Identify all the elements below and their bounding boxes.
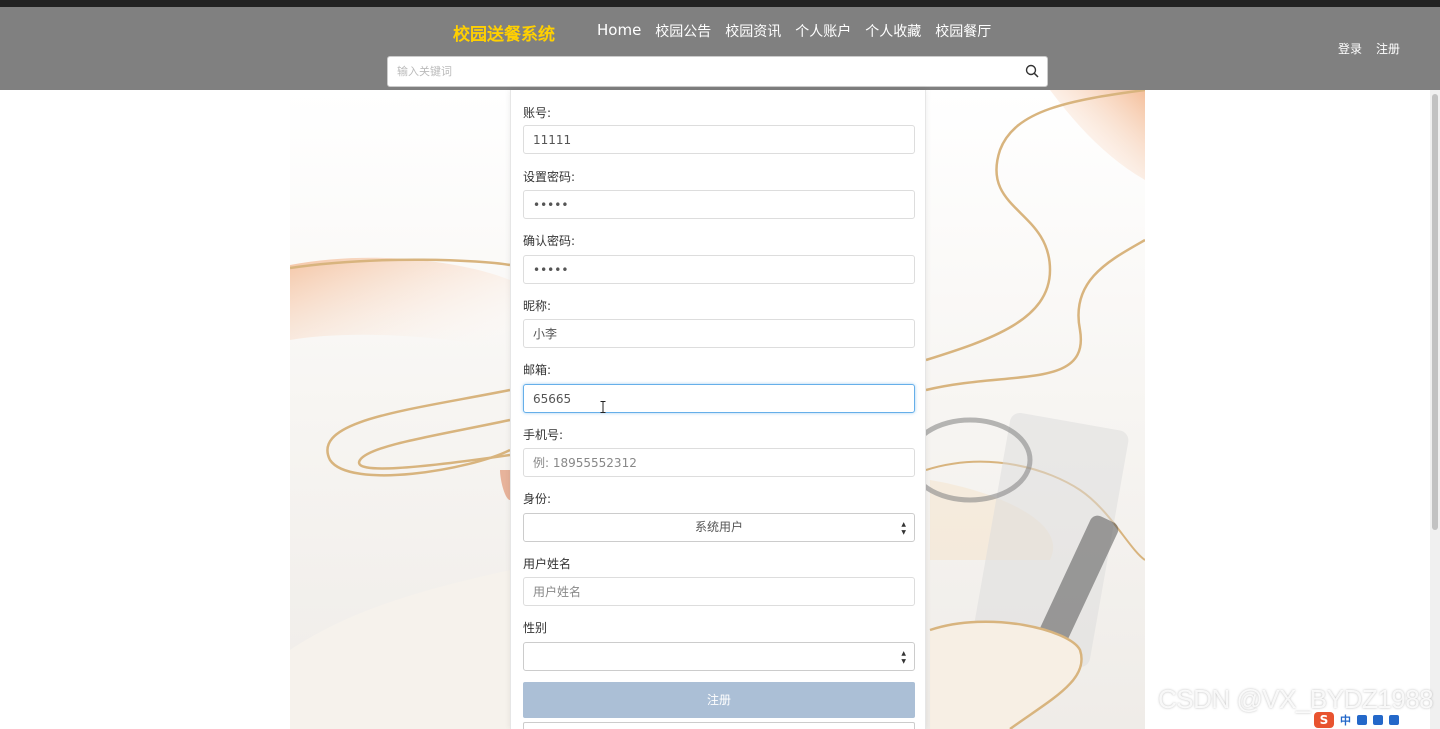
search-bar [387, 56, 1048, 87]
brand-title[interactable]: 校园送餐系统 [453, 20, 555, 45]
role-label: 身份: [523, 492, 552, 506]
confirm-password-input[interactable] [523, 255, 915, 284]
register-link[interactable]: 注册 [1376, 40, 1400, 57]
scrollbar-thumb[interactable] [1432, 94, 1438, 530]
register-submit-button[interactable]: 注册 [523, 682, 915, 718]
gender-label: 性别 [523, 621, 548, 635]
register-form: 账号: 设置密码: 确认密码: 昵称: 邮箱: 手机号: 身份: 系统用户 ▲▼… [510, 90, 926, 729]
nav-restaurants[interactable]: 校园餐厅 [935, 21, 991, 41]
account-input[interactable] [523, 125, 915, 154]
page-scrollbar[interactable] [1430, 90, 1440, 729]
login-link[interactable]: 登录 [1338, 40, 1362, 57]
ime-keyboard-icon[interactable] [1357, 715, 1367, 725]
nav-links: Home 校园公告 校园资讯 个人账户 个人收藏 校园餐厅 [597, 21, 1005, 41]
ime-menu-icon[interactable] [1389, 715, 1399, 725]
password-input[interactable] [523, 190, 915, 219]
nav-account[interactable]: 个人账户 [795, 21, 851, 41]
select-caret-icon: ▲ ▼ [901, 521, 906, 536]
sogou-ime-icon[interactable]: S [1314, 712, 1334, 728]
realname-label: 用户姓名 [523, 557, 572, 571]
select-caret-icon: ▲ ▼ [901, 650, 906, 665]
role-select-value: 系统用户 [694, 520, 743, 534]
confirm-password-label: 确认密码: [523, 234, 576, 248]
gender-select[interactable]: ▲ ▼ [523, 642, 915, 671]
nav-home[interactable]: Home [597, 21, 641, 41]
nickname-input[interactable] [523, 319, 915, 348]
search-input[interactable] [388, 57, 1008, 86]
nav-news[interactable]: 校园资讯 [725, 21, 781, 41]
phone-label: 手机号: [523, 428, 564, 442]
nav-favorites[interactable]: 个人收藏 [865, 21, 921, 41]
email-input[interactable] [523, 384, 915, 413]
navbar: 校园送餐系统 Home 校园公告 校园资讯 个人账户 个人收藏 校园餐厅 登录 … [0, 7, 1440, 90]
nav-announcements[interactable]: 校园公告 [655, 21, 711, 41]
secondary-button[interactable] [523, 722, 915, 729]
password-label: 设置密码: [523, 170, 576, 184]
nickname-label: 昵称: [523, 299, 552, 313]
email-label: 邮箱: [523, 363, 552, 377]
realname-input[interactable] [523, 577, 915, 606]
search-icon[interactable] [1025, 64, 1039, 78]
role-select[interactable]: 系统用户 ▲ ▼ [523, 513, 915, 542]
account-label: 账号: [523, 106, 552, 120]
ime-language[interactable]: 中 [1340, 712, 1351, 728]
phone-input[interactable] [523, 448, 915, 477]
ime-skin-icon[interactable] [1373, 715, 1383, 725]
ime-toolbar[interactable]: S 中 [1310, 711, 1440, 729]
text-cursor-icon [600, 401, 606, 413]
auth-links: 登录 注册 [1338, 40, 1400, 57]
browser-top-strip [0, 0, 1440, 7]
